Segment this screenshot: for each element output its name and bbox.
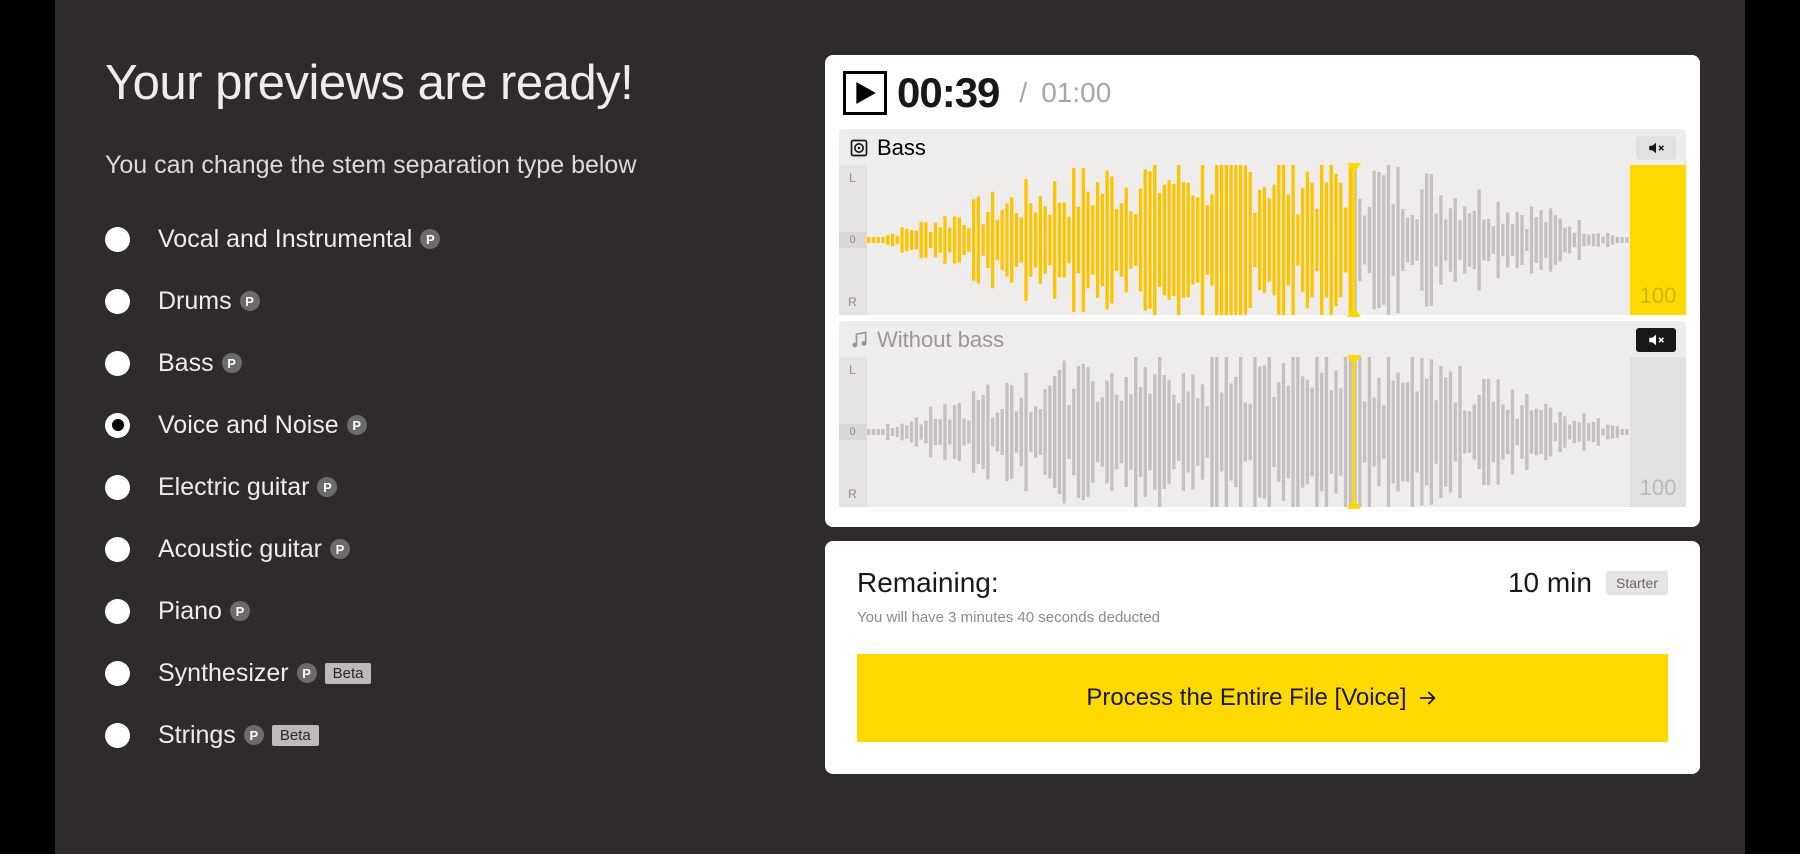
page-subtitle: You can change the stem separation type …	[105, 149, 765, 183]
time-total: 01:00	[1041, 77, 1111, 109]
radio-button[interactable]	[105, 599, 130, 624]
volume-value: 100	[1640, 283, 1677, 309]
remaining-time: 10 min	[1508, 567, 1592, 599]
stem-option-label: StringsPBeta	[158, 721, 319, 750]
stem-option-label: Vocal and InstrumentalP	[158, 225, 440, 254]
mute-button[interactable]	[1636, 136, 1676, 160]
stem-option-label: BassP	[158, 349, 242, 378]
volume-mute-icon	[1647, 331, 1665, 349]
stem-option[interactable]: Voice and NoiseP	[105, 411, 765, 440]
remaining-label: Remaining:	[857, 567, 999, 599]
radio-button[interactable]	[105, 413, 130, 438]
premium-badge-icon: P	[244, 725, 264, 745]
stem-option-label: PianoP	[158, 597, 250, 626]
arrow-right-icon	[1417, 687, 1439, 709]
channel-labels: L0R	[839, 357, 867, 507]
stem-option[interactable]: SynthesizerPBeta	[105, 659, 765, 688]
speaker-icon	[849, 138, 869, 158]
premium-badge-icon: P	[240, 291, 260, 311]
track-title: Without bass	[849, 327, 1004, 353]
track-title: Bass	[849, 135, 926, 161]
beta-badge: Beta	[272, 725, 319, 746]
page-title: Your previews are ready!	[105, 55, 765, 111]
plan-chip: Starter	[1606, 571, 1668, 595]
stem-option-label: DrumsP	[158, 287, 260, 316]
radio-button[interactable]	[105, 475, 130, 500]
radio-button[interactable]	[105, 351, 130, 376]
volume-slider[interactable]: 100	[1630, 165, 1686, 315]
stem-option[interactable]: PianoP	[105, 597, 765, 626]
stem-option[interactable]: Electric guitarP	[105, 473, 765, 502]
process-button-label: Process the Entire File [Voice]	[1086, 684, 1406, 712]
stem-option-label: Voice and NoiseP	[158, 411, 367, 440]
radio-button[interactable]	[105, 289, 130, 314]
waveform[interactable]	[867, 165, 1630, 315]
remaining-panel: Remaining: 10 min Starter You will have …	[825, 541, 1700, 774]
radio-button[interactable]	[105, 537, 130, 562]
radio-button[interactable]	[105, 661, 130, 686]
waveform[interactable]	[867, 357, 1630, 507]
process-button[interactable]: Process the Entire File [Voice]	[857, 654, 1668, 742]
preview-track: Without bass L0R 100	[839, 321, 1686, 507]
premium-badge-icon: P	[297, 663, 317, 683]
volume-value: 100	[1640, 475, 1677, 501]
premium-badge-icon: P	[230, 601, 250, 621]
stem-option[interactable]: Vocal and InstrumentalP	[105, 225, 765, 254]
preview-track: Bass L0R 100	[839, 129, 1686, 315]
beta-badge: Beta	[325, 663, 372, 684]
radio-button[interactable]	[105, 723, 130, 748]
stem-option-label: SynthesizerPBeta	[158, 659, 371, 688]
premium-badge-icon: P	[420, 229, 440, 249]
premium-badge-icon: P	[317, 477, 337, 497]
premium-badge-icon: P	[330, 539, 350, 559]
stem-option[interactable]: Acoustic guitarP	[105, 535, 765, 564]
stem-option-label: Acoustic guitarP	[158, 535, 350, 564]
stem-options-list: Vocal and InstrumentalP DrumsP BassP Voice …	[105, 225, 765, 750]
premium-badge-icon: P	[222, 353, 242, 373]
music-note-icon	[849, 330, 869, 350]
volume-slider[interactable]: 100	[1630, 357, 1686, 507]
stem-option[interactable]: BassP	[105, 349, 765, 378]
play-button[interactable]	[843, 71, 887, 115]
radio-button[interactable]	[105, 227, 130, 252]
channel-labels: L0R	[839, 165, 867, 315]
play-icon	[852, 80, 878, 106]
premium-badge-icon: P	[347, 415, 367, 435]
time-separator: /	[1019, 77, 1027, 109]
deduction-note: You will have 3 minutes 40 seconds deduc…	[857, 609, 1668, 626]
preview-player: 00:39 / 01:00 Bass L0R 100 Without bass L0R 1…	[825, 55, 1700, 527]
mute-button[interactable]	[1636, 328, 1676, 352]
time-current: 00:39	[897, 69, 999, 117]
stem-option-label: Electric guitarP	[158, 473, 337, 502]
stem-option[interactable]: StringsPBeta	[105, 721, 765, 750]
stem-option[interactable]: DrumsP	[105, 287, 765, 316]
volume-mute-icon	[1647, 139, 1665, 157]
